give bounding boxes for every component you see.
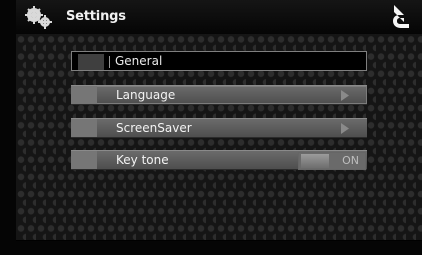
row-marker [71,86,97,104]
screensaver-row[interactable]: ScreenSaver [71,118,367,138]
general-label: General [115,54,163,68]
language-row[interactable]: Language [71,85,367,105]
page-title: Settings [66,9,126,24]
chevron-right-icon [341,90,349,101]
settings-screen: Settings General Language ScreenSaver Ke… [16,0,422,241]
toggle-knob [301,154,329,168]
general-row[interactable]: General [71,51,367,71]
row-marker [71,119,97,137]
back-arrow-icon[interactable] [386,3,416,31]
key-tone-label: Key tone [116,153,169,167]
chevron-right-icon [341,123,349,134]
key-tone-toggle[interactable]: ON [298,152,366,170]
language-label: Language [116,88,176,102]
title-bar: Settings [16,0,422,34]
toggle-state: ON [342,154,359,167]
separator [109,56,110,68]
key-tone-row[interactable]: Key tone ON [71,150,367,170]
device-frame: Settings General Language ScreenSaver Ke… [0,0,422,255]
row-marker [71,151,97,169]
gear-icon [78,54,104,70]
gears-icon [25,6,52,29]
screensaver-label: ScreenSaver [116,121,192,135]
